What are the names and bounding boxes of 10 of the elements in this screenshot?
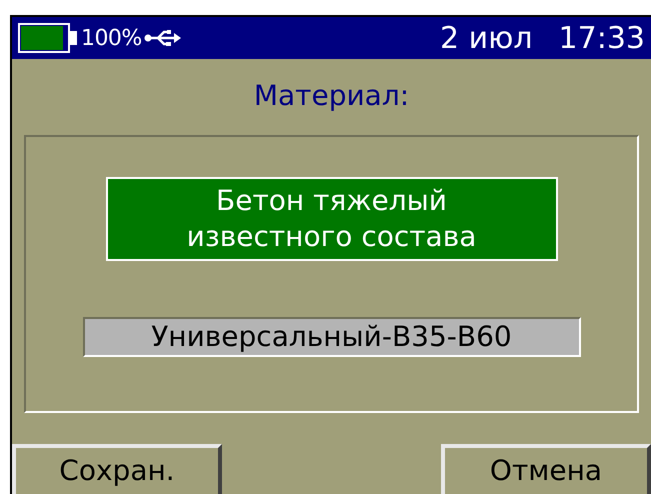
material-option[interactable]: Бетон тяжелый известного состава: [106, 177, 558, 261]
cancel-button[interactable]: Отмена: [441, 444, 651, 494]
material-option[interactable]: Универсальный-В35-В60: [82, 317, 580, 357]
save-button[interactable]: Сохран.: [12, 444, 222, 494]
date-text: 2 июл: [440, 20, 533, 58]
clock-text: 17:33: [558, 20, 645, 58]
battery-icon: [18, 23, 77, 53]
battery-percent: 100%: [81, 24, 142, 52]
screen-title: Материал:: [254, 78, 410, 114]
usb-icon: [144, 29, 182, 47]
